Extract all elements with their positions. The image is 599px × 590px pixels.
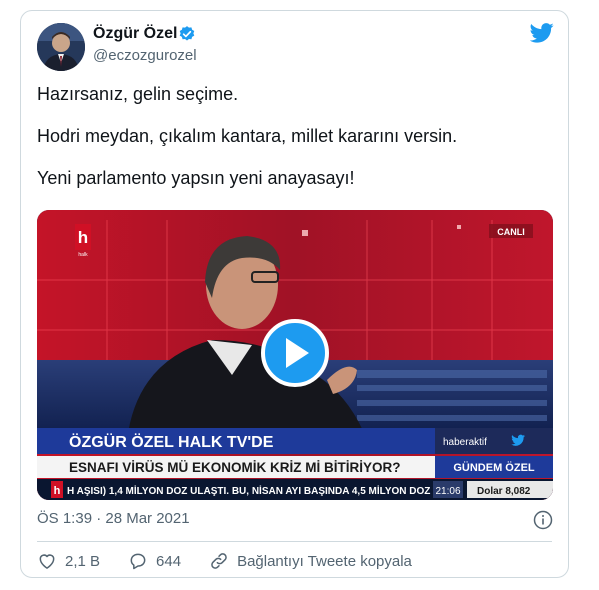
- reply-count: 644: [156, 552, 182, 570]
- play-button[interactable]: [261, 319, 329, 387]
- tweet-timestamp[interactable]: ÖS 1:39 · 28 Mar 2021: [37, 510, 190, 527]
- reply-button[interactable]: 644: [128, 551, 181, 571]
- author-handle[interactable]: @eczozgurozel: [93, 47, 197, 64]
- video-player[interactable]: h halk CANLI ÖZGÜR ÖZEL HALK TV'DE haber…: [37, 210, 553, 500]
- ticker-text: H AŞISI) 1,4 MİLYON DOZ ULAŞTI. BU, NİSA…: [67, 484, 430, 497]
- author-name[interactable]: Özgür Özel: [93, 25, 177, 43]
- headline: ESNAFI VİRÜS MÜ EKONOMİK KRİZ Mİ BİTİRİY…: [69, 460, 401, 475]
- channel-logo-letter: h: [78, 228, 88, 247]
- ticker-logo: h: [54, 485, 61, 497]
- live-badge: CANLI: [497, 227, 525, 237]
- copy-link-label: Bağlantıyı Tweete kopyala: [237, 552, 412, 570]
- action-bar: 2,1 B 644 Bağlantıyı Tweete kopyala: [37, 550, 440, 572]
- heart-icon: [39, 554, 55, 569]
- twitter-bird-icon[interactable]: [529, 23, 554, 43]
- author-avatar[interactable]: [37, 23, 85, 71]
- channel-logo-sub: halk: [78, 252, 88, 258]
- tweet-line-2: Hodri meydan, çıkalım kantara, millet ka…: [37, 126, 458, 146]
- tweet-text: Hazırsanız, gelin seçime. Hodri meydan, …: [37, 83, 537, 209]
- program-name: GÜNDEM ÖZEL: [453, 461, 535, 474]
- like-button[interactable]: 2,1 B: [37, 551, 100, 571]
- source-tag: haberaktif: [443, 437, 487, 448]
- tweet-line-3: Yeni parlamento yapsın yeni anayasayı!: [37, 168, 355, 188]
- reply-bubble-icon: [130, 553, 146, 570]
- info-icon[interactable]: [533, 510, 553, 530]
- link-icon: [211, 553, 227, 569]
- verified-badge-icon: [178, 25, 196, 43]
- tweet-line-1: Hazırsanız, gelin seçime.: [37, 84, 239, 104]
- lower-third-title: ÖZGÜR ÖZEL HALK TV'DE: [69, 432, 274, 451]
- like-count: 2,1 B: [65, 552, 101, 570]
- tweet-card: Özgür Özel @eczozgurozel Hazırsanız, gel…: [20, 10, 569, 578]
- divider: [37, 541, 552, 542]
- ticker-dollar: Dolar 8,082: [477, 486, 531, 497]
- ticker-clock: 21:06: [435, 486, 460, 497]
- copy-link-button[interactable]: Bağlantıyı Tweete kopyala: [209, 551, 412, 571]
